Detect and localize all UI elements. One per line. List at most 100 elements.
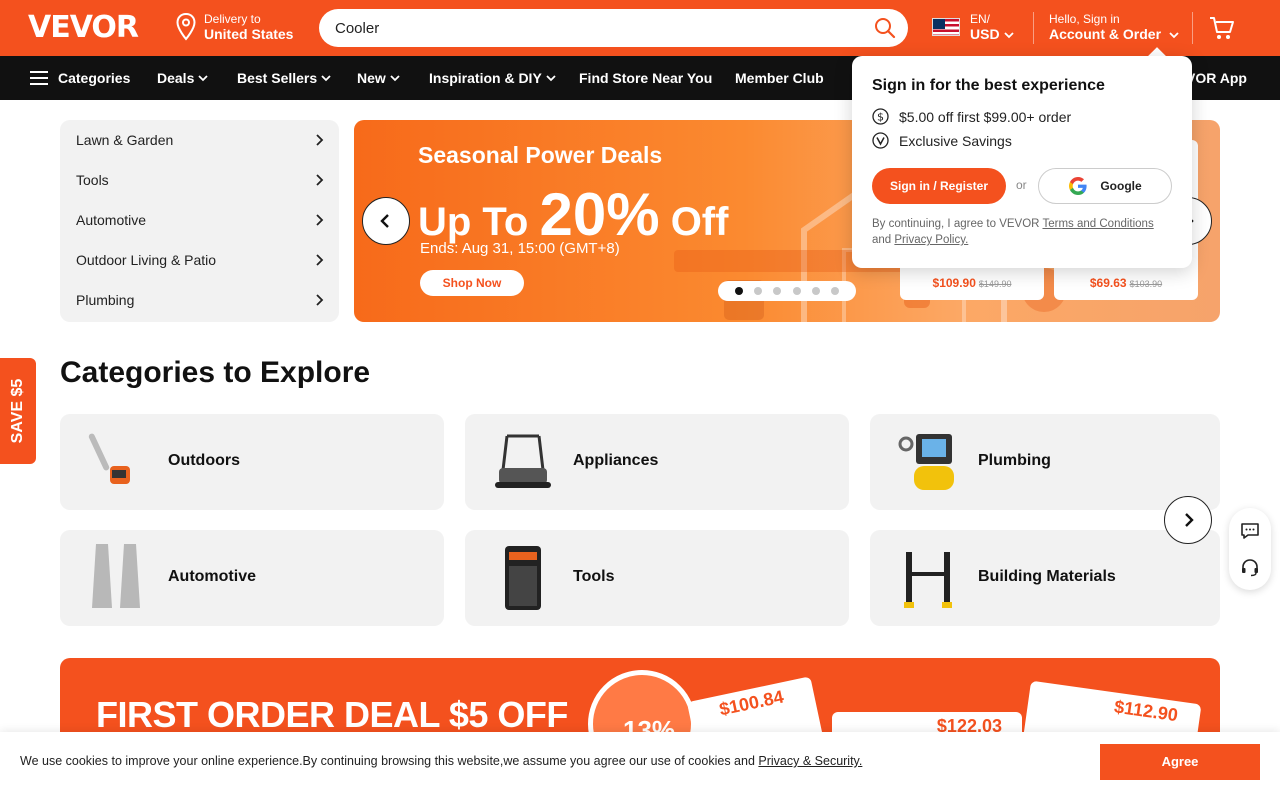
category-tile-outdoors[interactable]: Outdoors (60, 414, 444, 510)
banner-upto-prefix: Up To (418, 200, 529, 244)
terms-link[interactable]: Terms and Conditions (1042, 218, 1153, 230)
nav-new-label: New (357, 70, 386, 86)
benefit-savings: Exclusive Savings (872, 132, 1012, 149)
nav-deals[interactable]: Deals (157, 56, 208, 100)
sawhorse-icon (904, 552, 952, 608)
side-category-item[interactable]: Tools (76, 160, 326, 200)
save-five-tab[interactable]: SAVE $5 (0, 358, 36, 464)
cookie-consent-bar: We use cookies to improve your online ex… (0, 732, 1280, 800)
nav-best-sellers[interactable]: Best Sellers (237, 56, 331, 100)
chevron-right-icon (316, 134, 324, 146)
category-tile-building-materials[interactable]: Building Materials (870, 530, 1220, 626)
loading-ramps-icon (92, 544, 140, 608)
headset-icon[interactable] (1240, 557, 1260, 577)
top-header: VEVOR Delivery to United States EN/ USD … (0, 0, 1280, 56)
banner-headline: Up To 20% Off (418, 180, 728, 249)
cart-icon[interactable] (1208, 14, 1236, 42)
language-label: EN/ (970, 12, 991, 26)
chevron-down-icon (546, 75, 556, 82)
signin-popup: Sign in for the best experience $ $5.00 … (852, 56, 1192, 268)
save-five-label: SAVE $5 (9, 378, 26, 444)
product-old-price: $149.90 (978, 279, 1012, 289)
chevron-right-icon (316, 254, 324, 266)
category-tile-label: Plumbing (978, 452, 1051, 469)
privacy-policy-link[interactable]: Privacy Policy. (894, 234, 968, 246)
carousel-dot[interactable] (773, 287, 782, 295)
currency-label: USD (970, 26, 1000, 42)
language-currency-selector[interactable]: EN/ USD (932, 12, 1014, 42)
nav-member-club[interactable]: Member Club (735, 56, 824, 100)
nav-find-store[interactable]: Find Store Near You (579, 56, 712, 100)
side-category-label: Automotive (76, 212, 147, 228)
promo-price: $100.84 (717, 686, 786, 720)
privacy-security-link[interactable]: Privacy & Security. (758, 754, 862, 768)
side-category-item[interactable]: Plumbing (76, 280, 326, 320)
floor-sweeper-icon (495, 434, 551, 488)
search-bar (319, 9, 908, 47)
nav-new[interactable]: New (357, 56, 400, 100)
side-category-label: Lawn & Garden (76, 132, 174, 148)
banner-upto-suffix: Off (670, 200, 729, 244)
account-order-label: Account & Order (1049, 26, 1162, 42)
chevron-down-icon (1169, 32, 1179, 39)
chevron-down-icon (1003, 32, 1014, 39)
category-tile-label: Automotive (168, 568, 256, 585)
categories-next-button[interactable] (1164, 496, 1212, 544)
promo-title: FIRST ORDER DEAL $5 OFF (96, 694, 568, 735)
cookie-agree-button[interactable]: Agree (1100, 744, 1260, 780)
popup-title: Sign in for the best experience (872, 77, 1105, 94)
chainsaw-icon (88, 433, 130, 484)
side-category-label: Outdoor Living & Patio (76, 252, 217, 268)
categories-heading: Categories to Explore (60, 356, 371, 389)
carousel-dot[interactable] (792, 287, 801, 295)
category-tile-label: Building Materials (978, 568, 1116, 585)
nav-app[interactable]: VOR App (1186, 56, 1247, 100)
carousel-dot[interactable] (830, 287, 839, 295)
side-category-label: Tools (76, 172, 109, 188)
delivery-label: Delivery to (204, 12, 261, 26)
delivery-country: United States (204, 26, 294, 42)
nav-inspiration-label: Inspiration & DIY (429, 70, 542, 86)
shop-now-button[interactable]: Shop Now (420, 270, 524, 296)
signin-register-button[interactable]: Sign in / Register (872, 168, 1006, 204)
account-menu[interactable]: Hello, Sign in Account & Order (1049, 12, 1179, 42)
legal-prefix: By continuing, I agree to VEVOR (872, 218, 1040, 230)
nav-inspiration[interactable]: Inspiration & DIY (429, 56, 556, 100)
nav-categories-label: Categories (58, 70, 131, 86)
chevron-down-icon (198, 75, 208, 82)
inspection-camera-icon (898, 434, 954, 490)
category-tile-automotive[interactable]: Automotive (60, 530, 444, 626)
nav-categories[interactable]: Categories (30, 56, 130, 100)
category-tile-plumbing[interactable]: Plumbing (870, 414, 1220, 510)
us-flag-icon (932, 18, 960, 36)
search-icon[interactable] (874, 17, 896, 39)
google-signin-button[interactable]: Google (1038, 168, 1172, 204)
carousel-dot[interactable] (754, 287, 763, 295)
product-old-price: $103.90 (1129, 279, 1163, 289)
side-category-item[interactable]: Automotive (76, 200, 326, 240)
search-input[interactable] (319, 19, 874, 37)
category-tile-label: Tools (573, 568, 615, 585)
category-tile-label: Outdoors (168, 452, 240, 469)
side-category-item[interactable]: Lawn & Garden (76, 120, 326, 160)
category-tile-tools[interactable]: Tools (465, 530, 849, 626)
chat-icon[interactable] (1240, 521, 1260, 541)
vevor-logo[interactable]: VEVOR (28, 10, 139, 45)
side-category-label: Plumbing (76, 292, 135, 308)
legal-and: and (872, 234, 892, 246)
carousel-dot[interactable] (735, 287, 744, 295)
carousel-prev-button[interactable] (362, 197, 410, 245)
google-button-label: Google (1100, 179, 1142, 193)
product-price: $69.63 (1089, 276, 1127, 290)
chevron-left-icon (380, 214, 389, 228)
benefit-text: $5.00 off first $99.00+ order (899, 108, 1072, 125)
category-tile-appliances[interactable]: Appliances (465, 414, 849, 510)
floating-support-panel (1229, 508, 1271, 590)
carousel-dot[interactable] (811, 287, 820, 295)
chevron-right-icon (316, 174, 324, 186)
side-category-item[interactable]: Outdoor Living & Patio (76, 240, 326, 280)
delivery-location[interactable]: Delivery to United States (176, 12, 293, 42)
chevron-right-icon (1185, 513, 1194, 527)
chevron-right-icon (316, 214, 324, 226)
chevron-down-icon (321, 75, 331, 82)
